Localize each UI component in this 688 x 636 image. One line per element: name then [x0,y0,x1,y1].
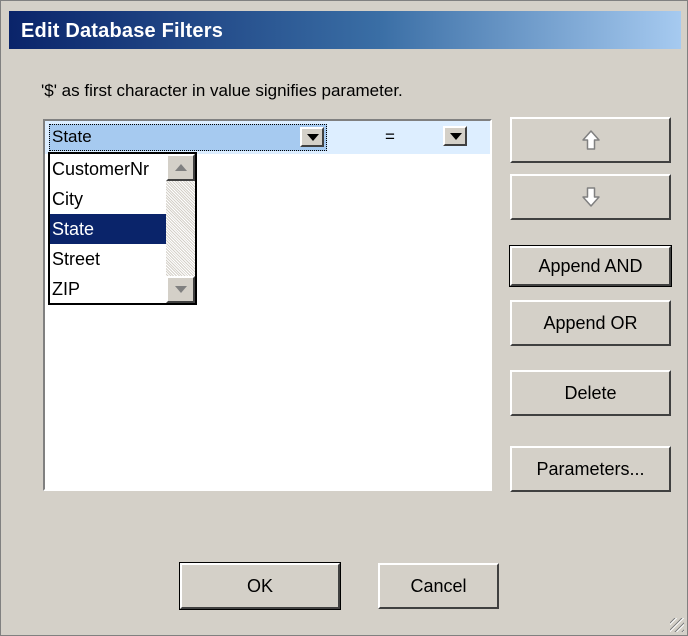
ok-button[interactable]: OK [179,562,341,610]
field-dropdown-button[interactable] [300,127,324,147]
operator-combobox-value: = [385,127,395,146]
parameters-button[interactable]: Parameters... [510,446,671,492]
field-option-selected[interactable]: State [50,214,166,244]
down-arrow-icon [581,187,600,207]
operator-dropdown-button[interactable] [443,126,467,146]
dropdown-scrollbar[interactable] [166,154,195,303]
field-combobox-value: State [52,127,92,146]
operator-combobox[interactable]: = [331,124,481,151]
field-option[interactable]: ZIP [50,274,166,304]
dialog-title: Edit Database Filters [21,20,224,42]
resize-grip-icon[interactable] [670,618,684,632]
delete-button[interactable]: Delete [510,370,671,416]
parameter-hint: '$' as first character in value signifie… [41,81,403,100]
filter-row[interactable]: State = [45,121,490,154]
title-bar[interactable]: Edit Database Filters [9,11,681,49]
append-or-button[interactable]: Append OR [510,300,671,346]
move-up-button[interactable] [510,117,671,163]
edit-database-filters-dialog: Edit Database Filters '$' as first chara… [0,0,688,636]
move-down-button[interactable] [510,174,671,220]
cancel-button[interactable]: Cancel [378,563,499,609]
scroll-down-arrow-icon[interactable] [166,276,195,303]
field-option[interactable]: Street [50,244,166,274]
field-option[interactable]: City [50,184,166,214]
field-combobox[interactable]: State [49,124,327,151]
scroll-up-arrow-icon[interactable] [166,154,195,181]
filter-list-panel[interactable]: State = CustomerNr City State Street ZIP [43,119,492,491]
up-arrow-icon [581,130,600,150]
field-dropdown-list[interactable]: CustomerNr City State Street ZIP [48,152,197,305]
append-and-button[interactable]: Append AND [509,245,672,287]
field-option[interactable]: CustomerNr [50,154,166,184]
